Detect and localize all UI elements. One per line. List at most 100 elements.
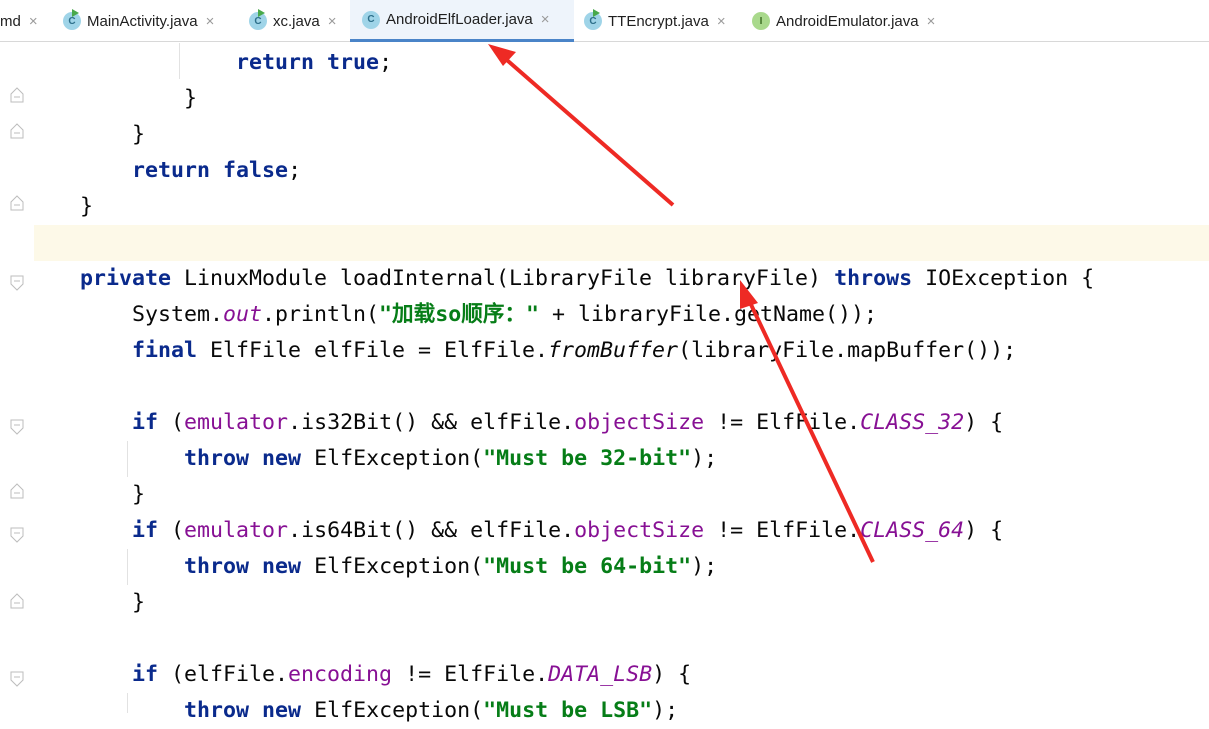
code-token: ElfException( [301,554,484,579]
code-line[interactable]: throw new ElfException("Must be LSB"); [28,693,678,729]
tab-android-emulator[interactable]: I AndroidEmulator.java × [752,0,962,42]
code-token: != ElfFile. [392,662,549,687]
tab-label: AndroidElfLoader.java [386,11,533,28]
code-line[interactable]: return true; [28,45,392,81]
code-token: .println( [262,302,380,327]
tab-md[interactable]: md × [0,0,56,42]
code-editor[interactable]: return true; } } return false; } private… [0,43,1209,723]
code-token: if [132,662,159,687]
tab-tt-encrypt[interactable]: C TTEncrypt.java × [584,0,744,42]
code-token: if [132,518,159,543]
tab-label: md [0,12,21,30]
code-line[interactable]: if (emulator.is64Bit() && elfFile.object… [28,513,1003,549]
run-marker-icon [72,9,79,17]
tab-main-activity[interactable]: C MainActivity.java × [63,0,243,42]
code-token: ); [691,446,718,471]
code-token: ) { [964,518,1004,543]
caret-line-highlight [0,225,1209,261]
code-line[interactable]: throw new ElfException("Must be 32-bit")… [28,441,717,477]
java-class-icon: C [584,9,602,30]
code-token: throw [184,446,250,471]
close-icon[interactable]: × [541,11,550,28]
code-token: "Must be 32-bit" [483,446,692,471]
fold-end-icon[interactable] [10,195,24,211]
code-token: ElfException( [301,698,484,723]
java-class-icon: C [63,9,81,30]
code-line[interactable]: } [28,117,145,153]
code-token: LinuxModule loadInternal(LibraryFile lib… [171,266,835,291]
java-interface-icon: I [752,12,770,30]
code-token: DATA_LSB [548,662,653,687]
code-line[interactable]: } [28,81,197,117]
code-token: return [132,158,211,183]
code-token: throw [184,698,250,723]
fold-start-icon[interactable] [10,419,24,435]
code-token: return [236,50,315,75]
fold-end-icon[interactable] [10,123,24,139]
code-token: emulator [184,518,289,543]
code-token: (elfFile. [158,662,289,687]
code-line[interactable]: return false; [28,153,301,189]
close-icon[interactable]: × [328,13,337,30]
code-token: objectSize [574,410,705,435]
code-token: System. [28,302,224,327]
close-icon[interactable]: × [717,13,726,30]
code-line[interactable]: if (elfFile.encoding != ElfFile.DATA_LSB… [28,657,691,693]
close-icon[interactable]: × [927,13,936,30]
code-line[interactable]: if (emulator.is32Bit() && elfFile.object… [28,405,1003,441]
tab-label: xc.java [273,12,320,30]
fold-end-icon[interactable] [10,483,24,499]
tab-label: AndroidEmulator.java [776,12,919,30]
code-token: } [28,194,94,219]
icon-letter: C [367,14,375,25]
code-token: } [28,86,198,111]
code-token: } [28,122,146,147]
code-token: throw [184,554,250,579]
java-class-icon: C [362,10,380,29]
icon-letter: C [589,15,597,27]
tab-xc[interactable]: C xc.java × [249,0,349,42]
code-token: ); [691,554,718,579]
code-token: objectSize [574,518,705,543]
fold-end-icon[interactable] [10,593,24,609]
icon-letter: I [759,15,763,27]
code-line[interactable]: throw new ElfException("Must be 64-bit")… [28,549,717,585]
run-marker-icon [258,9,265,17]
close-icon[interactable]: × [29,13,38,30]
fold-start-icon[interactable] [10,671,24,687]
code-token: .is32Bit() && elfFile. [288,410,575,435]
code-line[interactable]: } [28,477,145,513]
tab-android-elf-loader[interactable]: C AndroidElfLoader.java × [350,0,574,42]
code-line[interactable]: } [28,585,145,621]
editor-gutter [0,43,34,713]
run-marker-icon [593,9,600,17]
icon-letter: C [254,15,262,27]
code-line[interactable]: final ElfFile elfFile = ElfFile.fromBuff… [28,333,1016,369]
code-token: } [28,590,146,615]
tab-label: TTEncrypt.java [608,12,709,30]
fold-start-icon[interactable] [10,275,24,291]
close-icon[interactable]: × [206,13,215,30]
code-token: != ElfFile. [704,410,861,435]
code-line[interactable]: System.out.println("加载so顺序：" + libraryFi… [28,297,877,333]
fold-start-icon[interactable] [10,527,24,543]
code-token: IOException { [912,266,1095,291]
code-token: } [28,482,146,507]
fold-end-icon[interactable] [10,87,24,103]
code-token: + libraryFile.getName()); [539,302,878,327]
code-line[interactable]: private LinuxModule loadInternal(Library… [28,261,1094,297]
code-token: ; [379,50,393,75]
code-line[interactable]: } [28,189,93,225]
